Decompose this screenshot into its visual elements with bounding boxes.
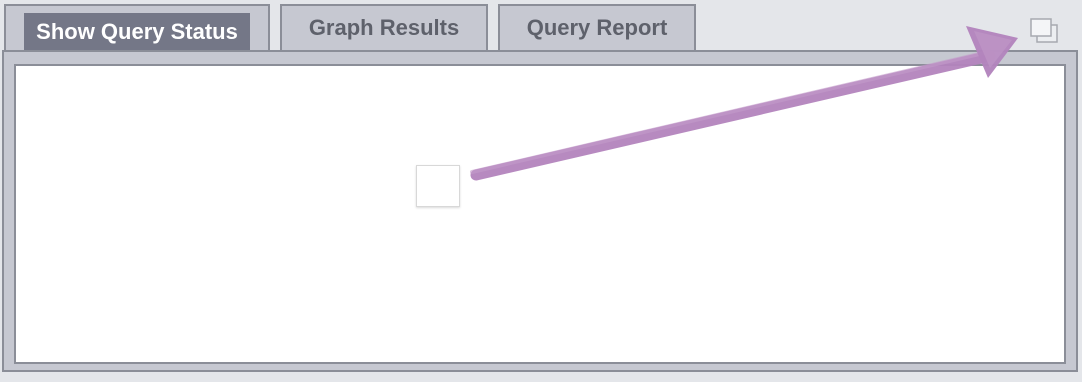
tab-show-query-status[interactable]: Show Query Status [4,4,270,51]
tab-graph-results-label: Graph Results [308,15,460,40]
tab-graph-results[interactable]: Graph Results [280,4,488,50]
tab-query-report[interactable]: Query Report [498,4,696,50]
tab-query-report-label: Query Report [526,15,668,40]
placeholder-thumbnail [416,165,460,207]
query-panel: Show Query Status Graph Results Query Re… [0,0,1082,382]
popout-window-icon[interactable] [1026,16,1062,48]
query-status-content-area [14,64,1066,364]
tab-show-query-status-label: Show Query Status [24,13,250,51]
